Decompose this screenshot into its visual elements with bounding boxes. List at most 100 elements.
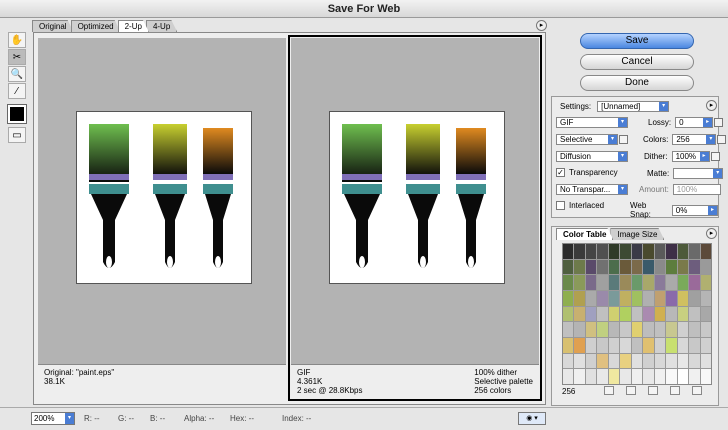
color-swatch[interactable] — [620, 244, 631, 259]
color-swatch[interactable] — [620, 291, 631, 306]
color-swatch[interactable] — [620, 322, 631, 337]
transparency-dither-select[interactable]: No Transpar... ▾ — [556, 184, 628, 195]
color-table-grid[interactable] — [562, 243, 712, 385]
color-swatch[interactable] — [563, 259, 574, 275]
color-swatch[interactable] — [608, 259, 620, 275]
color-swatch[interactable] — [585, 322, 597, 337]
color-swatch[interactable] — [677, 306, 689, 322]
color-swatch[interactable] — [608, 369, 620, 384]
color-swatch[interactable] — [631, 353, 643, 369]
color-swatch[interactable] — [677, 369, 689, 384]
color-swatch[interactable] — [631, 322, 643, 337]
matte-select[interactable]: ▾ — [673, 168, 724, 179]
save-button[interactable]: Save — [580, 33, 694, 49]
tab-optimized[interactable]: Optimized — [71, 20, 121, 32]
lock-icon[interactable] — [648, 386, 658, 395]
color-swatch[interactable] — [643, 369, 654, 384]
color-swatch[interactable] — [643, 322, 654, 337]
eyedropper-icon[interactable]: ⁄ — [8, 83, 26, 99]
tab-4-up[interactable]: 4-Up — [146, 20, 177, 32]
color-swatch[interactable] — [654, 291, 666, 306]
dither-algorithm-select[interactable]: Diffusion ▾ — [556, 151, 628, 162]
zoom-select[interactable]: 200% ▾ — [31, 412, 75, 425]
color-swatch[interactable] — [563, 369, 574, 384]
color-swatch[interactable] — [643, 338, 654, 353]
colors-select[interactable]: 256 ▾ — [672, 134, 717, 145]
palette-mask-icon[interactable] — [619, 135, 628, 144]
color-swatch[interactable] — [585, 306, 597, 322]
color-swatch[interactable] — [643, 353, 654, 369]
color-swatch[interactable] — [631, 306, 643, 322]
color-swatch[interactable] — [574, 275, 585, 290]
color-swatch[interactable] — [608, 244, 620, 259]
color-swatch[interactable] — [597, 291, 608, 306]
new-color-icon[interactable] — [670, 386, 680, 395]
color-swatch[interactable] — [631, 291, 643, 306]
zoom-icon[interactable]: 🔍 — [8, 66, 26, 82]
lossy-mask-icon[interactable] — [714, 118, 724, 127]
color-swatch[interactable] — [631, 259, 643, 275]
color-swatch[interactable] — [608, 306, 620, 322]
color-swatch[interactable] — [574, 306, 585, 322]
color-swatch[interactable] — [574, 259, 585, 275]
color-swatch[interactable] — [654, 259, 666, 275]
color-swatch[interactable] — [666, 322, 677, 337]
color-swatch[interactable] — [700, 275, 711, 290]
toggle-slices-icon[interactable]: ▭ — [8, 127, 26, 143]
color-swatch[interactable] — [643, 275, 654, 290]
preview-in-browser-icon[interactable]: ◉ ▾ — [518, 412, 546, 425]
color-swatch[interactable] — [654, 369, 666, 384]
color-swatch[interactable] — [689, 275, 700, 290]
hand-icon[interactable]: ✋ — [8, 32, 26, 48]
color-swatch[interactable] — [620, 259, 631, 275]
color-swatch[interactable] — [666, 275, 677, 290]
color-swatch[interactable] — [654, 306, 666, 322]
interlaced-checkbox[interactable] — [556, 201, 565, 210]
color-swatch[interactable] — [689, 353, 700, 369]
color-swatch[interactable] — [597, 275, 608, 290]
color-swatch[interactable] — [597, 244, 608, 259]
color-swatch[interactable] — [563, 322, 574, 337]
color-swatch[interactable] — [563, 353, 574, 369]
color-swatch[interactable] — [689, 322, 700, 337]
tab-2-up[interactable]: 2-Up — [118, 20, 149, 32]
color-swatch[interactable] — [574, 322, 585, 337]
color-swatch[interactable] — [620, 306, 631, 322]
color-swatch[interactable] — [654, 353, 666, 369]
color-swatch[interactable] — [585, 353, 597, 369]
color-swatch[interactable] — [677, 244, 689, 259]
color-swatch[interactable] — [563, 291, 574, 306]
color-swatch[interactable] — [689, 259, 700, 275]
color-swatch[interactable] — [689, 244, 700, 259]
color-swatch[interactable] — [677, 275, 689, 290]
color-swatch[interactable] — [666, 291, 677, 306]
color-swatch[interactable] — [700, 259, 711, 275]
color-swatch[interactable] — [563, 306, 574, 322]
color-swatch[interactable] — [643, 306, 654, 322]
color-swatch[interactable] — [597, 369, 608, 384]
color-swatch[interactable] — [700, 338, 711, 353]
color-swatch[interactable] — [666, 369, 677, 384]
color-swatch[interactable] — [631, 338, 643, 353]
color-swatch[interactable] — [666, 338, 677, 353]
color-swatch[interactable] — [574, 338, 585, 353]
web-shift-icon[interactable] — [604, 386, 614, 395]
color-swatch[interactable] — [597, 306, 608, 322]
optimized-pane[interactable]: GIF 4.361K 2 sec @ 28.8Kbps 100% dither … — [288, 35, 542, 401]
tab-color-table[interactable]: Color Table — [556, 228, 613, 240]
tab-original[interactable]: Original — [32, 20, 74, 32]
color-swatch[interactable] — [666, 353, 677, 369]
color-swatch[interactable] — [620, 353, 631, 369]
color-swatch[interactable] — [563, 244, 574, 259]
color-swatch[interactable] — [677, 353, 689, 369]
lossy-input[interactable]: 0 ▸ — [675, 117, 714, 128]
transparency-checkbox[interactable]: ✓ — [556, 168, 565, 177]
color-swatch[interactable] — [563, 275, 574, 290]
preview-menu-icon[interactable]: ▸ — [536, 20, 547, 31]
color-swatch[interactable] — [585, 369, 597, 384]
color-swatch[interactable] — [597, 259, 608, 275]
color-swatch[interactable] — [700, 353, 711, 369]
color-swatch[interactable] — [608, 275, 620, 290]
colors-mask-icon[interactable] — [717, 135, 727, 144]
color-swatch[interactable] — [608, 353, 620, 369]
